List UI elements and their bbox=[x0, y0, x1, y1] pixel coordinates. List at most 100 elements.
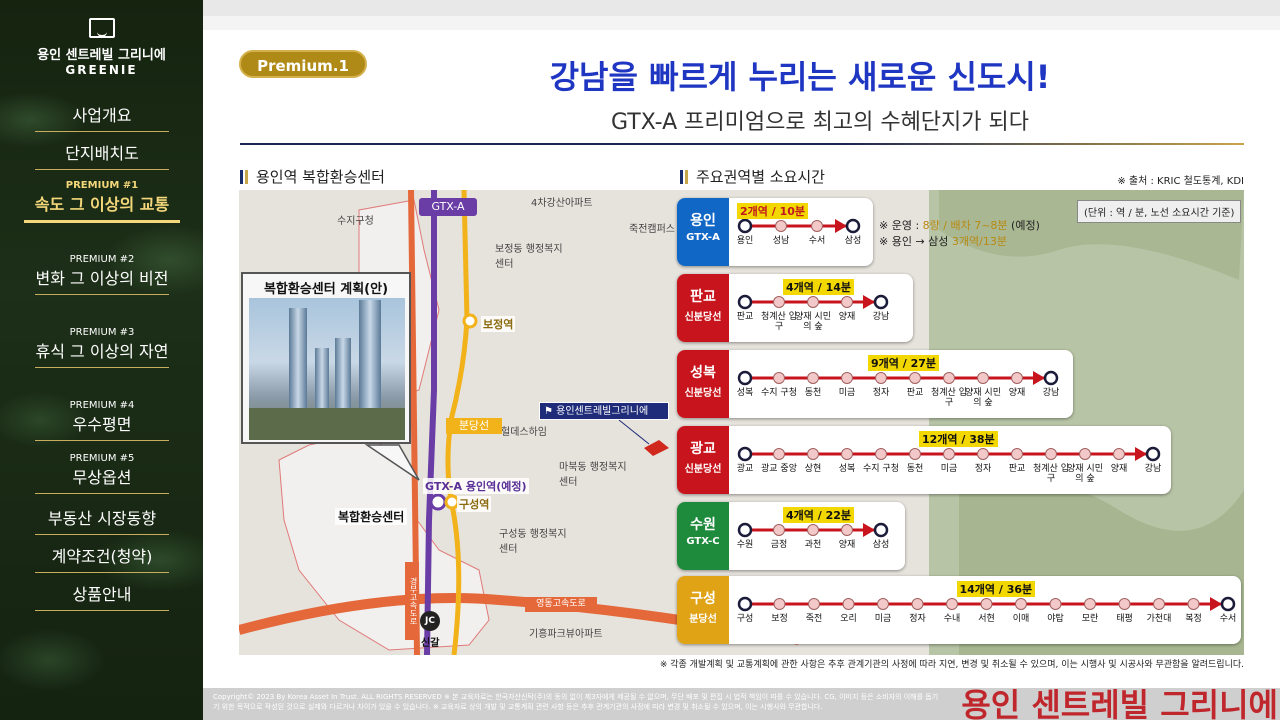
logo-icon bbox=[89, 18, 115, 38]
map-label: 마북동 행정복지센터 bbox=[559, 462, 627, 488]
map-label: 기흥파크뷰아파트 bbox=[529, 629, 603, 640]
top-bar-secondary bbox=[203, 16, 1280, 30]
station-marker bbox=[1113, 448, 1125, 460]
station-marker bbox=[807, 524, 819, 536]
sidebar-item-pre: PREMIUM #3 bbox=[69, 327, 135, 338]
sidebar-item-layout[interactable]: 단지배치도 bbox=[35, 140, 169, 170]
sidebar-brand-en: GREENIE bbox=[65, 63, 138, 77]
station-marker bbox=[1084, 598, 1096, 610]
station-marker bbox=[943, 372, 955, 384]
sidebar-item-premium-1[interactable]: PREMIUM #1 속도 그 이상의 교통 bbox=[24, 180, 180, 223]
station-marker bbox=[775, 220, 787, 232]
right-section-heading: 주요권역별 소요시간 bbox=[680, 166, 825, 187]
station-marker bbox=[773, 372, 785, 384]
sidebar-item-premium-3[interactable]: PREMIUM #3 휴식 그 이상의 자연 bbox=[35, 327, 169, 368]
station-marker bbox=[875, 372, 887, 384]
site-tag-text: 용인센트레빌그리니에 bbox=[556, 406, 649, 417]
station-marker bbox=[873, 294, 889, 310]
station-marker bbox=[1079, 448, 1091, 460]
station-marker bbox=[946, 598, 958, 610]
station-marker bbox=[1043, 370, 1059, 386]
sidebar-item-market[interactable]: 부동산 시장동향 bbox=[35, 505, 169, 535]
station-label: 용인 bbox=[736, 236, 754, 246]
station-marker bbox=[841, 524, 853, 536]
station-marker bbox=[773, 524, 785, 536]
sidebar-brand: 용인 센트레빌 그리니에 bbox=[37, 48, 166, 63]
sidebar-item-overview[interactable]: 사업개요 bbox=[35, 102, 169, 132]
map-label: 보정동 행정복지센터 bbox=[495, 244, 563, 270]
station-marker bbox=[1118, 598, 1131, 610]
station-marker bbox=[875, 448, 887, 460]
route-summary: 2개역 / 10분 bbox=[737, 203, 808, 219]
sidebar-item-label: 부동산 시장동향 bbox=[47, 509, 157, 528]
unit-note: (단위 : 역 / 분, 노선 소요시간 기준) bbox=[1077, 200, 1242, 223]
sidebar-item-product[interactable]: 상품안내 bbox=[35, 581, 169, 611]
station-marker bbox=[773, 448, 785, 460]
footer-brand: 용인 센트레빌 그리니에 bbox=[961, 686, 1278, 720]
footer: Copyright© 2023 By Korea Asset In Trust.… bbox=[203, 686, 1280, 720]
station-marker bbox=[807, 448, 819, 460]
station-marker bbox=[737, 370, 753, 386]
route-arrow-icon bbox=[863, 295, 875, 309]
site-tag: ⚑ 용인센트레빌그리니에 bbox=[539, 402, 669, 420]
station-marker bbox=[737, 446, 753, 462]
route-arrow-icon bbox=[1210, 597, 1222, 611]
station-marker bbox=[1045, 448, 1057, 460]
route-card: 구성 분당선 구성 보정 죽전 오리 미금 정자 수내 서현 이매 야탑 모란 태평 가천대 복정 수서 14개역… bbox=[677, 576, 1241, 644]
station-marker bbox=[737, 218, 753, 234]
station-marker bbox=[909, 448, 921, 460]
sidebar-item-premium-2[interactable]: PREMIUM #2 변화 그 이상의 비전 bbox=[35, 254, 169, 295]
station-marker bbox=[1187, 598, 1200, 610]
station-marker bbox=[807, 296, 819, 308]
station-marker bbox=[1011, 372, 1023, 384]
station-marker bbox=[1220, 596, 1236, 612]
singal-label: 신갈 bbox=[421, 638, 440, 649]
sidebar-item-premium-5[interactable]: PREMIUM #5 무상옵션 bbox=[35, 453, 169, 494]
route-summary: 4개역 / 14분 bbox=[783, 279, 854, 295]
station-marker bbox=[877, 598, 889, 610]
map-area: 수지구청 보정동 행정복지센터 마북동 행정복지센터 구성동 행정복지센터 헐데… bbox=[239, 190, 1244, 655]
transfer-center-rendering bbox=[249, 298, 405, 440]
sidebar-item-label: 단지배치도 bbox=[65, 144, 139, 163]
sidebar-item-label: 상품안내 bbox=[72, 585, 132, 604]
jc-marker: JC bbox=[420, 611, 440, 631]
source-note: ※ 출처 : KRIC 철도통계, KDI bbox=[1117, 176, 1244, 187]
transfer-center-label: 복합환승센터 bbox=[335, 508, 408, 525]
station-label: 강남 bbox=[1042, 388, 1060, 398]
sidebar-item-pre: PREMIUM #2 bbox=[69, 254, 135, 265]
sidebar-item-premium-4[interactable]: PREMIUM #4 우수평면 bbox=[35, 400, 169, 441]
site-flag-icon: ⚑ bbox=[544, 406, 557, 417]
sidebar-item-contract[interactable]: 계약조건(청약) bbox=[35, 543, 169, 573]
right-section-heading-text: 주요권역별 소요시간 bbox=[696, 168, 825, 186]
map-label: 죽전캠퍼스 bbox=[629, 224, 675, 235]
station-marker bbox=[1011, 448, 1023, 460]
page-title: 강남을 빠르게 누리는 새로운 신도시! bbox=[549, 58, 1051, 96]
route-arrow-icon bbox=[835, 219, 847, 233]
sidebar-item-label: 변화 그 이상의 비전 bbox=[35, 269, 169, 288]
map-label: 헐데스하임 bbox=[501, 427, 547, 438]
route-arrow-icon bbox=[1135, 447, 1147, 461]
sidebar-item-label: 계약조건(청약) bbox=[51, 547, 153, 566]
route-summary: 9개역 / 27분 bbox=[868, 355, 939, 371]
station-marker bbox=[845, 218, 861, 234]
map-label: 수지구청 bbox=[337, 216, 374, 227]
sidebar-item-pre: PREMIUM #1 bbox=[65, 180, 139, 191]
left-section-heading: 용인역 복합환승센터 bbox=[240, 166, 385, 187]
station-marker bbox=[977, 448, 989, 460]
sidebar-item-label: 우수평면 bbox=[72, 415, 132, 434]
route-card: 광교 신분당선 광교 광교 중앙 상현 성복 수지 구청 동천 미금 정자 판교 청계산 입구 양재 시… bbox=[677, 426, 1171, 494]
sidebar-item-label: 속도 그 이상의 교통 bbox=[34, 195, 170, 214]
station-marker bbox=[1015, 598, 1027, 610]
station-label: 수서 bbox=[1219, 614, 1237, 624]
operation-note: ※ 운영 : 8량 / 배차 7~8분 (예정) ※ 용인 → 삼성 3개역/1… bbox=[879, 218, 1040, 250]
station-marker bbox=[977, 372, 989, 384]
top-bar bbox=[203, 0, 1280, 16]
sidebar-item-pre: PREMIUM #5 bbox=[69, 453, 135, 464]
sidebar-item-pre: PREMIUM #4 bbox=[69, 400, 135, 411]
station-marker bbox=[842, 598, 855, 610]
route-summary: 4개역 / 22분 bbox=[783, 507, 854, 523]
station-marker bbox=[873, 522, 889, 538]
station-marker bbox=[1049, 598, 1062, 610]
station-label: 성남 bbox=[772, 236, 790, 246]
route-card: 판교 신분당선 판교 청계산 입구 양재 시민의 숲 양재 강남 4개역 / 14분 bbox=[677, 274, 913, 342]
